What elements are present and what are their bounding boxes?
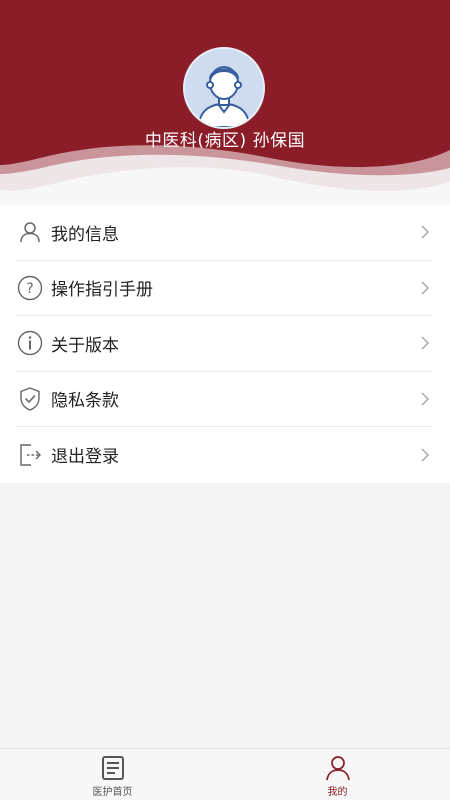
menu-item-label: 隐私条款 [51,391,119,412]
user-avatar-icon [185,49,263,127]
menu-item-about-version[interactable]: 关于版本 [16,316,432,372]
user-icon [16,218,44,246]
shield-check-icon [16,385,44,413]
logout-icon [16,441,44,469]
chevron-right-icon [418,392,432,406]
menu-item-label: 关于版本 [51,335,119,356]
chevron-right-icon [418,225,432,239]
avatar[interactable] [183,47,265,129]
menu-item-label: 我的信息 [51,224,119,245]
settings-menu: 我的信息 ? 操作指引手册 关于版本 隐私条款 退出登录 [0,205,450,483]
chevron-right-icon [418,448,432,462]
chevron-right-icon [418,281,432,295]
menu-item-logout[interactable]: 退出登录 [16,427,432,483]
menu-item-operation-guide[interactable]: ? 操作指引手册 [16,261,432,316]
tab-label: 医护首页 [92,787,133,798]
menu-item-label: 操作指引手册 [51,280,153,301]
chevron-right-icon [418,336,432,350]
profile-header: 中医科(病区) 孙保国 [0,0,450,205]
menu-item-my-info[interactable]: 我的信息 [16,205,432,261]
user-name: 中医科(病区) 孙保国 [144,131,306,151]
bottom-tab-bar: 医护首页 我的 [0,748,450,800]
menu-item-privacy-terms[interactable]: 隐私条款 [16,372,432,427]
svg-text:?: ? [26,281,33,297]
question-circle-icon: ? [16,274,44,302]
tab-label: 我的 [327,787,348,798]
info-circle-icon [16,329,44,357]
tab-home[interactable]: 医护首页 [0,749,225,800]
menu-item-label: 退出登录 [51,447,119,468]
user-icon [325,756,350,781]
document-icon [101,756,124,780]
tab-mine[interactable]: 我的 [225,749,450,800]
